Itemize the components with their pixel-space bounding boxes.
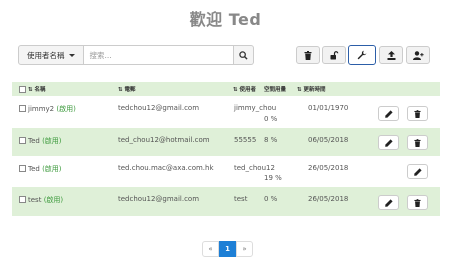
row-email: ted.chou.mac@axa.com.hk: [118, 164, 214, 172]
column-label: 使用者: [239, 87, 257, 93]
search-icon: [238, 50, 248, 60]
edit-button[interactable]: [407, 164, 428, 179]
row-user: 55555: [234, 136, 257, 144]
row-email: tedchou12@gmail.com: [118, 104, 200, 112]
page-title: 歡迎 Ted: [189, 10, 262, 29]
delete-button[interactable]: [407, 135, 428, 150]
row-usage: 0 %: [264, 115, 278, 123]
pencil-icon: [413, 167, 422, 176]
search-placeholder: 搜索...: [89, 50, 112, 60]
column-header-name[interactable]: ⇅ 名稱: [28, 85, 46, 93]
pagination: « 1 »: [202, 241, 253, 257]
add-user-icon: [412, 50, 424, 60]
column-header-usage[interactable]: 空間用量: [264, 85, 286, 93]
edit-button[interactable]: [378, 135, 399, 150]
row-name: Ted (啟用): [28, 164, 62, 174]
user-name: Ted: [28, 137, 40, 145]
pencil-icon: [384, 109, 393, 118]
table-row: Ted (啟用) ted.chou.mac@axa.com.hk ted_cho…: [12, 156, 440, 187]
column-header-updated[interactable]: ⇅ 更新時間: [297, 85, 326, 93]
search-filter-dropdown[interactable]: 使用者名稱: [18, 45, 84, 65]
trash-icon: [414, 109, 421, 118]
row-checkbox[interactable]: [19, 105, 26, 112]
table-row: Ted (啟用) ted_chou12@hotmail.com 55555 8 …: [12, 128, 440, 156]
row-user: test: [234, 195, 248, 203]
upload-icon: [387, 50, 396, 60]
wrench-icon: [357, 50, 367, 60]
table-row: test (啟用) tedchou12@gmail.com test 0 % 2…: [12, 187, 440, 216]
caret-down-icon: [68, 53, 75, 57]
upload-button[interactable]: [379, 46, 403, 64]
row-updated: 26/05/2018: [308, 195, 349, 203]
delete-button[interactable]: [407, 195, 428, 210]
pagination-page-1[interactable]: 1: [219, 241, 236, 257]
row-email: tedchou12@gmail.com: [118, 195, 200, 203]
status-badge: (啟用): [42, 137, 62, 145]
table-row: jimmy2 (啟用) tedchou12@gmail.com jimmy_ch…: [12, 97, 440, 128]
unlock-button[interactable]: [322, 46, 346, 64]
status-badge: (啟用): [43, 196, 64, 204]
trash-icon: [414, 138, 421, 147]
pencil-icon: [384, 138, 393, 147]
column-label: 名稱: [34, 87, 46, 93]
delete-selected-button[interactable]: [296, 46, 320, 64]
row-checkbox[interactable]: [19, 196, 26, 203]
row-checkbox[interactable]: [19, 165, 26, 172]
pencil-icon: [384, 198, 393, 207]
row-usage: 19 %: [264, 174, 282, 182]
row-user: ted_chou12: [234, 164, 275, 172]
user-name: Ted: [28, 165, 40, 173]
column-label: 電郵: [124, 87, 136, 93]
user-name: test: [28, 196, 42, 204]
edit-button[interactable]: [378, 195, 399, 210]
delete-button[interactable]: [407, 106, 428, 121]
row-updated: 26/05/2018: [308, 164, 349, 172]
row-usage: 8 %: [264, 136, 278, 144]
trash-icon: [414, 198, 421, 207]
search-bar: 使用者名稱 搜索...: [18, 45, 254, 65]
row-name: test (啟用): [28, 195, 63, 205]
column-label: 更新時間: [303, 87, 326, 93]
search-filter-label: 使用者名稱: [27, 50, 65, 60]
status-badge: (啟用): [56, 105, 76, 113]
row-updated: 06/05/2018: [308, 136, 349, 144]
select-all-checkbox[interactable]: [19, 86, 26, 93]
row-usage: 0 %: [264, 195, 278, 203]
row-name: jimmy2 (啟用): [28, 104, 76, 114]
row-checkbox[interactable]: [19, 137, 26, 144]
column-label: 空間用量: [264, 87, 287, 93]
row-updated: 01/01/1970: [308, 104, 349, 112]
pagination-prev[interactable]: «: [202, 241, 219, 257]
add-user-button[interactable]: [406, 46, 430, 64]
search-input[interactable]: 搜索...: [83, 45, 234, 65]
column-header-user[interactable]: ⇅ 使用者: [233, 85, 256, 93]
column-header-email[interactable]: ⇅ 電郵: [118, 85, 136, 93]
status-badge: (啟用): [42, 165, 62, 173]
pagination-next[interactable]: »: [236, 241, 253, 257]
row-name: Ted (啟用): [28, 136, 62, 146]
trash-icon: [304, 50, 312, 60]
settings-button[interactable]: [348, 45, 376, 65]
search-button[interactable]: [233, 45, 254, 65]
user-name: jimmy2: [28, 105, 55, 113]
unlock-icon: [330, 50, 339, 60]
row-email: ted_chou12@hotmail.com: [118, 136, 210, 144]
table-header: ⇅ 名稱 ⇅ 電郵 ⇅ 使用者 空間用量 ⇅ 更新時間: [12, 82, 440, 96]
edit-button[interactable]: [378, 106, 399, 121]
row-user: jimmy_chou: [234, 104, 277, 112]
